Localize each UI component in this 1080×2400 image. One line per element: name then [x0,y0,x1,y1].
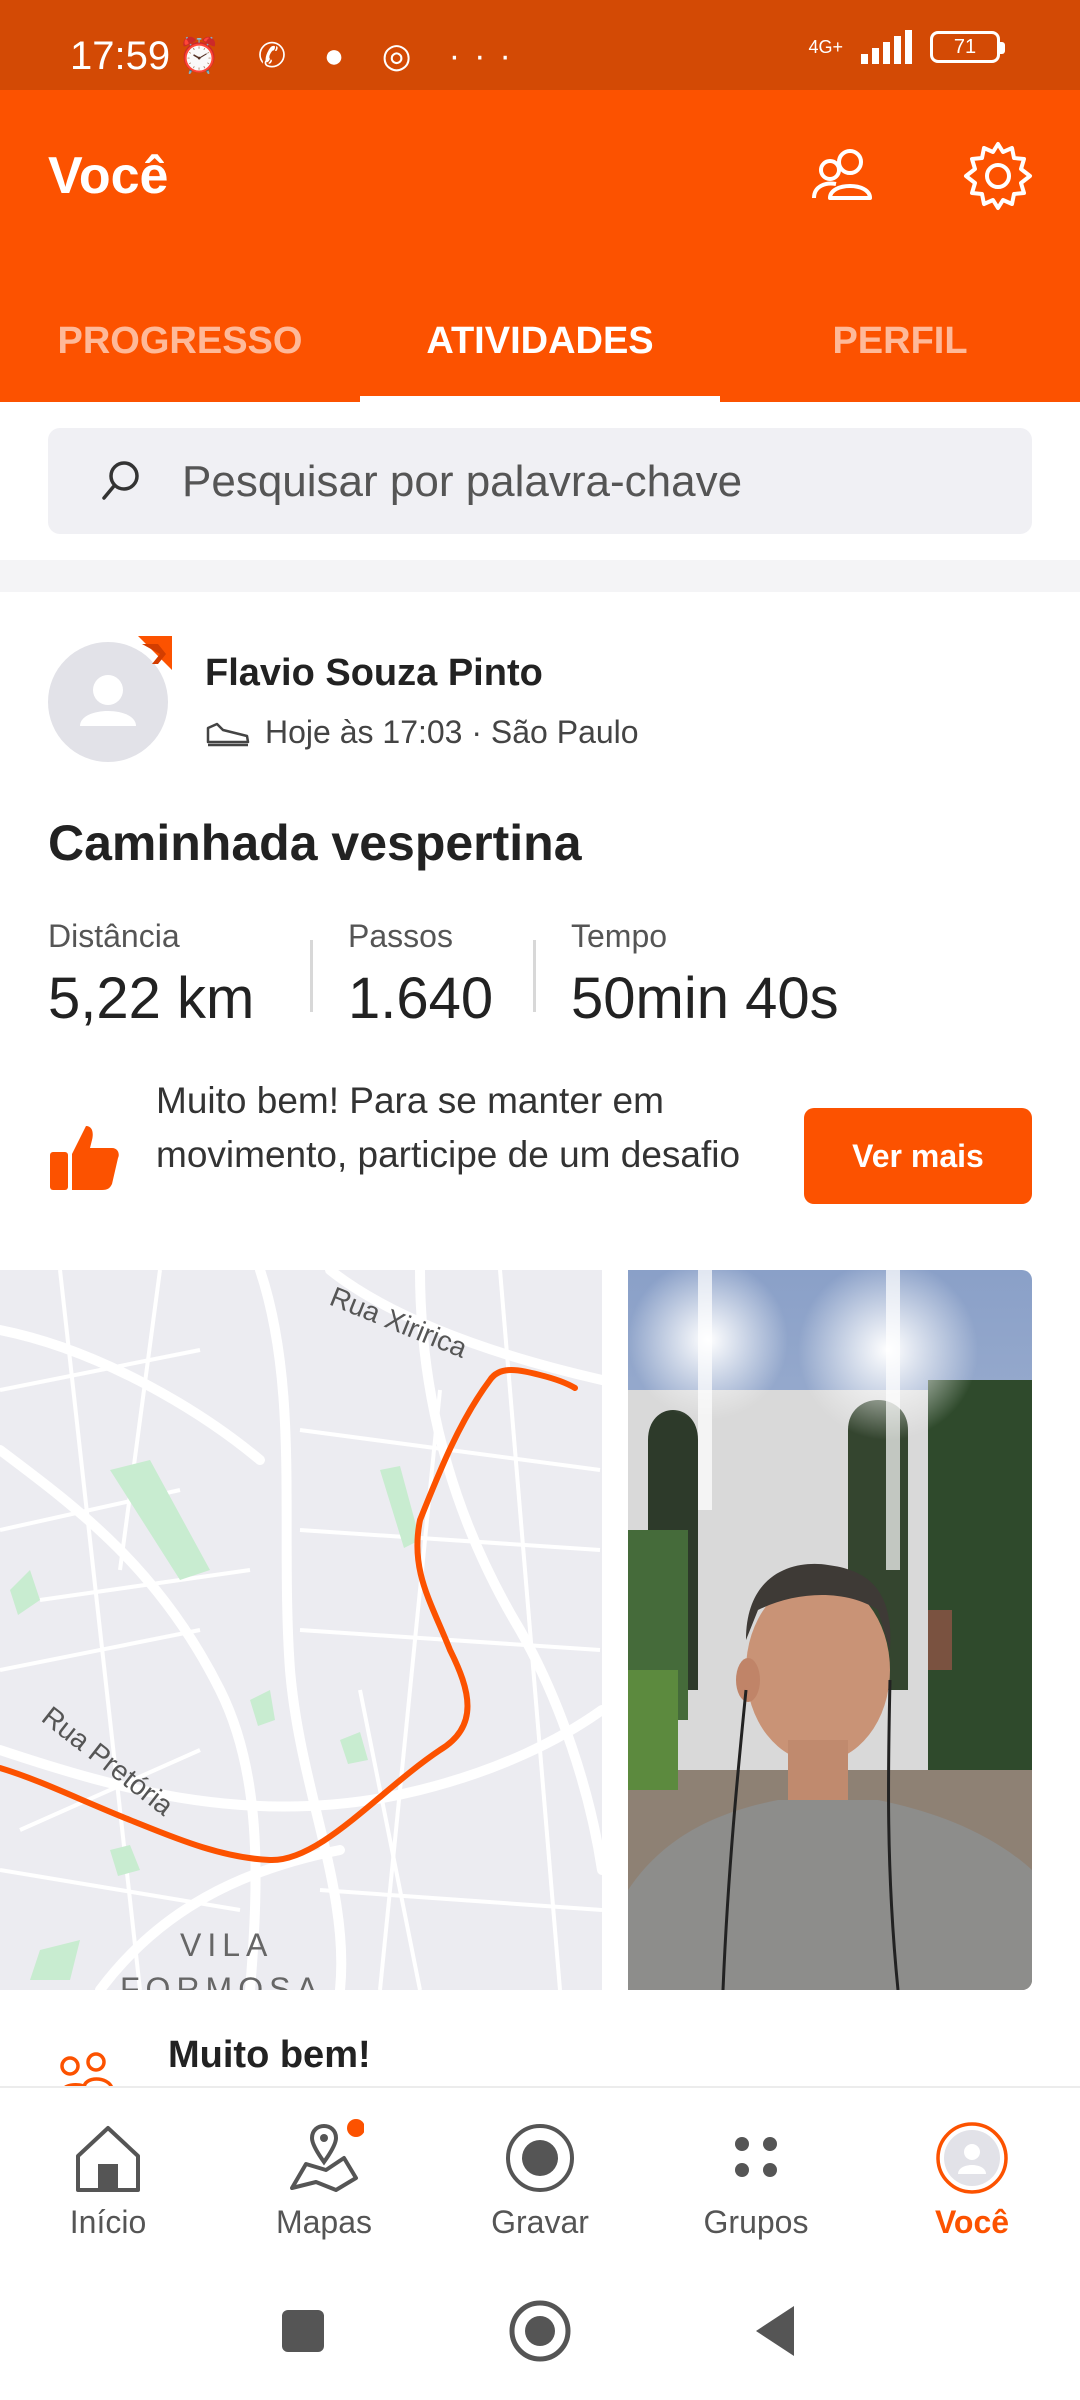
ver-mais-button[interactable]: Ver mais [804,1108,1032,1204]
settings-gear-icon[interactable] [960,138,1036,214]
record-icon [506,2124,574,2192]
stat-value: 1.640 [348,966,494,1031]
search-bar [48,428,1032,536]
nav-item-inicio[interactable]: Início [0,2118,216,2241]
battery-icon: 71 [930,31,1005,63]
stat-value: 50min 40s [571,966,839,1031]
nav-item-voce[interactable]: Você [864,2118,1080,2241]
section-divider [0,560,1080,592]
nav-item-mapas[interactable]: Mapas [216,2118,432,2241]
stat-value: 5,22 km [48,966,255,1031]
promo-text: Muito bem! Para se manter em movimento, … [156,1080,741,1175]
nav-label: Início [69,2204,147,2240]
bottom-nav: Início Mapas Gravar Grupos Você [0,2086,1080,2268]
back-icon[interactable] [742,2296,812,2366]
home-icon [76,2126,140,2192]
nav-label: Grupos [703,2204,809,2240]
friends-icon[interactable] [806,138,882,214]
map-graphic: Rua Xiririca Rua Pretória VILA FORMOSA [0,1270,602,1990]
page-title: Você [48,147,169,205]
photo-graphic [628,1270,1032,1990]
next-card-title: Muito bem! [168,2034,371,2076]
stat-distance: Distância 5,22 km [48,918,254,1032]
stat-steps: Passos 1.640 [348,918,493,1032]
system-nav-bar [0,2266,1080,2400]
stat-label: Passos [348,918,453,954]
map-label-district-2: FORMOSA [120,1971,324,1990]
groups-icon [735,2137,777,2177]
map-label-district-1: VILA [180,1927,273,1963]
signal-icon [861,30,912,64]
walking-shoe-icon [206,722,250,746]
battery-level: 71 [953,36,977,58]
activity-meta-text: Hoje às 17:03 · São Paulo [265,714,639,750]
nav-item-gravar[interactable]: Gravar [432,2118,648,2241]
map-icon [290,2119,364,2192]
tab-bar: PROGRESSO ATIVIDADES PERFIL [0,290,1080,402]
activity-title[interactable]: Caminhada vespertina [48,814,582,872]
activity-author[interactable]: Flavio Souza Pinto [205,652,543,695]
tab-perfil[interactable]: PERFIL [720,320,1080,363]
tab-progresso[interactable]: PROGRESSO [0,320,360,363]
notification-dot [347,2119,364,2137]
search-icon [102,461,139,500]
home-button-icon[interactable] [505,2296,575,2366]
stat-divider [310,940,313,1012]
subscriber-badge-icon [138,636,172,670]
app-header: Você PROGRESSO ATIVIDADES PERFIL [0,90,1080,402]
status-bar: 17:59 ⏰ ✆ ● ◎ ··· 4G+ 71 [0,0,1080,90]
stat-label: Tempo [571,918,668,954]
tab-atividades[interactable]: ATIVIDADES [360,320,720,363]
recents-icon[interactable] [268,2296,338,2366]
nav-label: Gravar [491,2204,589,2240]
profile-icon [936,2122,1008,2194]
active-tab-indicator [360,396,720,402]
notification-icons: ⏰ ✆ ● ◎ ··· [178,37,525,75]
stat-time: Tempo 50min 40s [571,918,839,1032]
nav-label: Você [934,2204,1010,2240]
status-right: 4G+ 71 [808,30,1005,64]
activity-map[interactable]: Rua Xiririca Rua Pretória VILA FORMOSA [0,1270,602,1990]
stat-label: Distância [48,918,180,954]
nav-item-grupos[interactable]: Grupos [648,2118,864,2241]
stat-divider [533,940,536,1012]
activity-meta: Hoje às 17:03 · São Paulo [205,714,639,751]
network-type: 4G+ [808,37,843,57]
activity-photo[interactable] [628,1270,1032,1990]
status-time: 17:59 [70,34,171,78]
thumbs-up-icon [50,1126,119,1190]
nav-label: Mapas [275,2204,373,2240]
search-input[interactable] [180,428,1004,536]
